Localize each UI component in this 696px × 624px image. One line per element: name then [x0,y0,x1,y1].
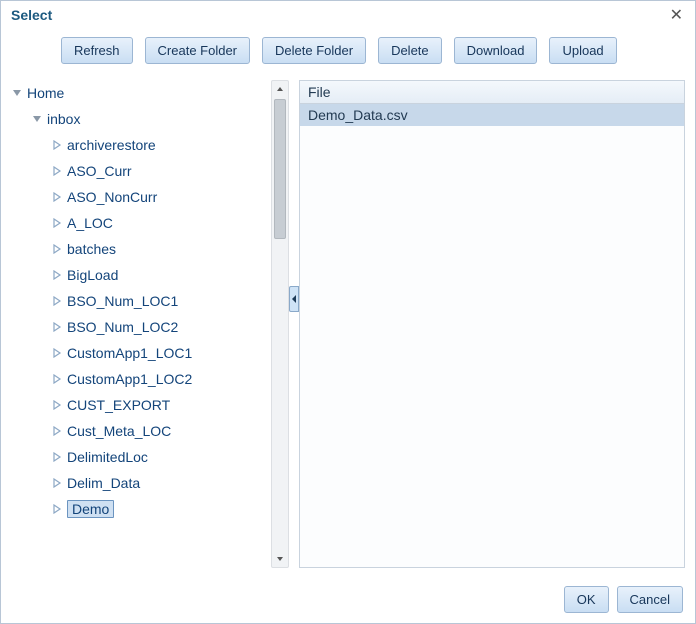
tree-node: archiverestore [51,132,267,158]
tree-label: CustomApp1_LOC1 [67,345,192,361]
tree-label: A_LOC [67,215,113,231]
tree-pane: Home inbox archiverestore ASO_Curr ASO_Non… [11,80,289,568]
tree-scrollbar[interactable] [271,80,289,568]
expand-toggle-icon[interactable] [11,88,23,98]
tree-row[interactable]: CUST_EXPORT [51,392,267,418]
tree-label: batches [67,241,116,257]
tree-node: Delim_Data [51,470,267,496]
dialog-body: Home inbox archiverestore ASO_Curr ASO_Non… [1,76,695,576]
tree-label: BSO_Num_LOC1 [67,293,178,309]
expand-toggle-icon[interactable] [51,244,63,254]
expand-toggle-icon[interactable] [51,400,63,410]
tree-row[interactable]: CustomApp1_LOC2 [51,366,267,392]
expand-toggle-icon[interactable] [51,192,63,202]
tree-row[interactable]: BSO_Num_LOC2 [51,314,267,340]
expand-toggle-icon[interactable] [51,270,63,280]
tree-row[interactable]: archiverestore [51,132,267,158]
tree-row[interactable]: ASO_NonCurr [51,184,267,210]
expand-toggle-icon[interactable] [51,348,63,358]
expand-toggle-icon[interactable] [51,504,63,514]
tree-node: BigLoad [51,262,267,288]
tree-row[interactable]: Delim_Data [51,470,267,496]
tree-label: inbox [47,111,80,127]
scroll-thumb[interactable] [274,99,286,239]
select-dialog: Select ✕ Refresh Create Folder Delete Fo… [0,0,696,624]
close-icon[interactable]: ✕ [668,5,685,25]
tree-node-home: Home inbox archiverestore ASO_Curr ASO_Non… [11,80,267,522]
expand-toggle-icon[interactable] [31,114,43,124]
tree-label: ASO_NonCurr [67,189,157,205]
tree-node: ASO_NonCurr [51,184,267,210]
tree-node: CustomApp1_LOC1 [51,340,267,366]
tree-label: CustomApp1_LOC2 [67,371,192,387]
tree-label: BSO_Num_LOC2 [67,319,178,335]
tree-node: batches [51,236,267,262]
tree-label: Delim_Data [67,475,140,491]
delete-button[interactable]: Delete [378,37,442,64]
tree-row[interactable]: CustomApp1_LOC1 [51,340,267,366]
tree-label: CUST_EXPORT [67,397,170,413]
tree-node: CustomApp1_LOC2 [51,366,267,392]
toolbar: Refresh Create Folder Delete Folder Dele… [1,31,695,76]
expand-toggle-icon[interactable] [51,478,63,488]
tree-node-inbox: inbox archiverestore ASO_Curr ASO_NonCurr A… [31,106,267,522]
create-folder-button[interactable]: Create Folder [145,37,250,64]
tree-node: A_LOC [51,210,267,236]
tree-label: archiverestore [67,137,156,153]
tree-row[interactable]: BSO_Num_LOC1 [51,288,267,314]
expand-toggle-icon[interactable] [51,426,63,436]
tree-label: DelimitedLoc [67,449,148,465]
tree-node: BSO_Num_LOC2 [51,314,267,340]
tree-node: CUST_EXPORT [51,392,267,418]
tree-node: ASO_Curr [51,158,267,184]
tree-row-inbox[interactable]: inbox [31,106,267,132]
expand-toggle-icon[interactable] [51,218,63,228]
expand-toggle-icon[interactable] [51,374,63,384]
tree-label: Home [27,85,64,101]
splitter [289,80,299,568]
tree-row[interactable]: Cust_Meta_LOC [51,418,267,444]
tree-row[interactable]: DelimitedLoc [51,444,267,470]
tree-label: ASO_Curr [67,163,132,179]
file-list-rows: Demo_Data.csv [300,104,684,567]
titlebar: Select ✕ [1,1,695,31]
refresh-button[interactable]: Refresh [61,37,133,64]
expand-toggle-icon[interactable] [51,166,63,176]
tree-row[interactable]: A_LOC [51,210,267,236]
tree-row[interactable]: Demo [51,496,267,522]
expand-toggle-icon[interactable] [51,296,63,306]
folder-tree: Home inbox archiverestore ASO_Curr ASO_Non… [11,80,271,568]
download-button[interactable]: Download [454,37,538,64]
cancel-button[interactable]: Cancel [617,586,683,613]
dialog-footer: OK Cancel [1,576,695,623]
tree-node: DelimitedLoc [51,444,267,470]
scroll-down-icon[interactable] [272,551,288,567]
tree-row[interactable]: ASO_Curr [51,158,267,184]
tree-node: BSO_Num_LOC1 [51,288,267,314]
tree-node: Cust_Meta_LOC [51,418,267,444]
tree-row[interactable]: batches [51,236,267,262]
dialog-title: Select [11,7,52,23]
expand-toggle-icon[interactable] [51,140,63,150]
tree-row[interactable]: BigLoad [51,262,267,288]
file-list-panel: File Demo_Data.csv [299,80,685,568]
tree-label: BigLoad [67,267,118,283]
scroll-up-icon[interactable] [272,81,288,97]
ok-button[interactable]: OK [564,586,609,613]
delete-folder-button[interactable]: Delete Folder [262,37,366,64]
upload-button[interactable]: Upload [549,37,616,64]
tree-node: Demo [51,496,267,522]
collapse-handle-icon[interactable] [289,286,299,312]
file-list-header: File [300,81,684,104]
tree-label: Cust_Meta_LOC [67,423,171,439]
expand-toggle-icon[interactable] [51,322,63,332]
file-row[interactable]: Demo_Data.csv [300,104,684,126]
tree-label: Demo [67,500,114,518]
tree-row-home[interactable]: Home [11,80,267,106]
expand-toggle-icon[interactable] [51,452,63,462]
